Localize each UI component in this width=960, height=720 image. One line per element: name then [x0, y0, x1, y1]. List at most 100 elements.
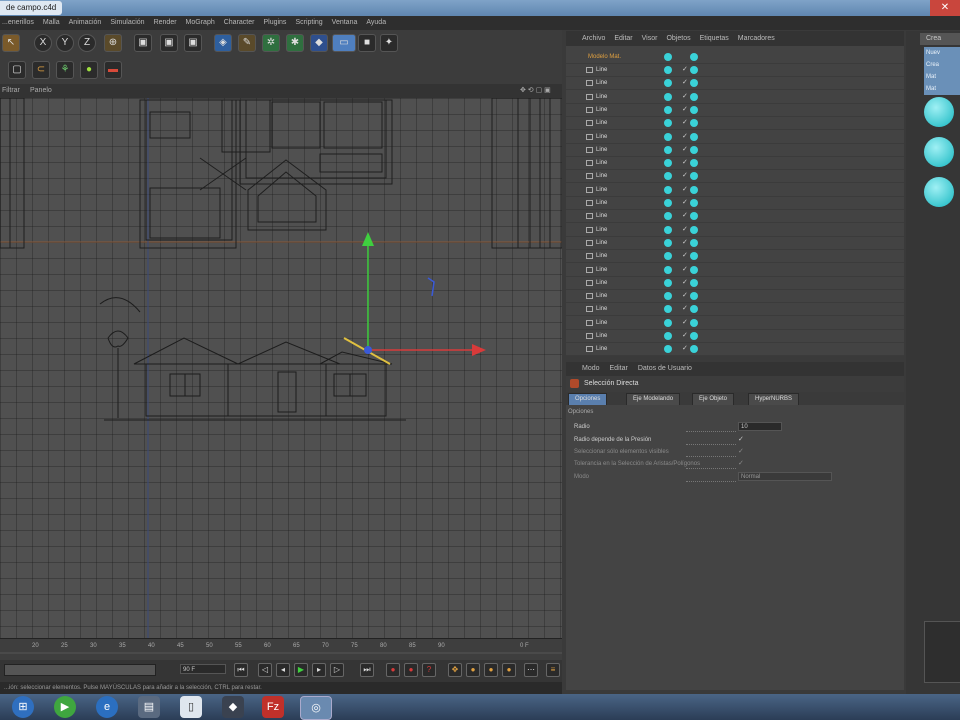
y-axis-lock-button[interactable]: Y: [56, 34, 74, 52]
om-menu-item[interactable]: Editar: [614, 31, 632, 46]
menu-item[interactable]: MoGraph: [186, 16, 215, 30]
3d-viewport[interactable]: [0, 98, 562, 638]
param-key-icon[interactable]: ●: [502, 663, 516, 677]
array-icon[interactable]: ✱: [286, 34, 304, 52]
material-menu-create[interactable]: Crea: [920, 33, 960, 45]
enabled-check-icon[interactable]: ✓: [682, 290, 688, 302]
pressure-checkbox[interactable]: ✓: [738, 435, 744, 445]
material-swatch[interactable]: [924, 97, 954, 127]
next-key-icon[interactable]: ▷: [330, 663, 344, 677]
list-item[interactable]: Line ✓: [566, 64, 904, 77]
visibility-dot-icon[interactable]: [664, 199, 672, 207]
autokey-icon[interactable]: ●: [404, 663, 418, 677]
end-frame-field[interactable]: 90 F: [180, 664, 226, 674]
prev-key-icon[interactable]: ◁: [258, 663, 272, 677]
prev-frame-icon[interactable]: ◂: [276, 663, 290, 677]
menu-item[interactable]: ...enerillos: [2, 16, 34, 30]
timeline-menu-icon[interactable]: ≡: [546, 663, 560, 677]
floor-icon[interactable]: ▭: [332, 34, 356, 52]
list-item[interactable]: Line ✓: [566, 277, 904, 290]
go-to-start-icon[interactable]: ⏮: [234, 663, 248, 677]
enabled-check-icon[interactable]: ✓: [682, 117, 688, 129]
menu-item[interactable]: Render: [154, 16, 177, 30]
timeline-scrubber[interactable]: [4, 664, 156, 676]
list-item[interactable]: Line ✓: [566, 250, 904, 264]
folder-icon[interactable]: ▤: [138, 696, 160, 718]
x-axis-lock-button[interactable]: X: [34, 34, 52, 52]
point-level-icon[interactable]: ⋯: [524, 663, 538, 677]
go-to-end-icon[interactable]: ⏭: [360, 663, 374, 677]
media-player-icon[interactable]: ▶: [54, 696, 76, 718]
list-item[interactable]: Line ✓: [566, 197, 904, 210]
list-item[interactable]: Line ✓: [566, 157, 904, 171]
list-item[interactable]: Line ✓: [566, 343, 904, 356]
list-item[interactable]: Line ✓: [566, 330, 904, 343]
enabled-check-icon[interactable]: ✓: [682, 264, 688, 276]
material-swatch[interactable]: [924, 137, 954, 167]
start-orb-icon[interactable]: ⊞: [12, 696, 34, 718]
om-menu-item[interactable]: Visor: [642, 31, 658, 46]
keyframe-selection-icon[interactable]: ?: [422, 663, 436, 677]
om-menu-item[interactable]: Marcadores: [738, 31, 775, 46]
visibility-dot-icon[interactable]: [664, 119, 672, 128]
visibility-dot-icon[interactable]: [664, 159, 672, 168]
brush-icon[interactable]: ⚘: [56, 61, 74, 79]
visibility-dot-icon[interactable]: [664, 225, 672, 234]
visibility-dot-icon[interactable]: [664, 212, 672, 221]
z-axis-lock-button[interactable]: Z: [78, 34, 96, 52]
points-mode-icon[interactable]: ●: [80, 61, 98, 79]
visibility-dot-icon[interactable]: [664, 252, 672, 261]
am-menu-item[interactable]: Modo: [582, 362, 600, 376]
close-window-button[interactable]: ✕: [930, 0, 960, 16]
menu-item[interactable]: Animación: [69, 16, 102, 30]
enabled-check-icon[interactable]: ✓: [682, 64, 688, 76]
enabled-check-icon[interactable]: ✓: [682, 184, 688, 196]
plugin-icon[interactable]: ◆: [222, 696, 244, 718]
chrome-icon[interactable]: ◎: [300, 696, 332, 720]
record-icon[interactable]: ●: [386, 663, 400, 677]
visibility-dot-icon[interactable]: [664, 238, 672, 247]
coordinates-panel[interactable]: [924, 621, 960, 683]
enabled-check-icon[interactable]: ✓: [682, 170, 688, 182]
menu-item[interactable]: Ayuda: [366, 16, 386, 30]
file-icon[interactable]: ▯: [180, 696, 202, 718]
list-item[interactable]: Line ✓: [566, 264, 904, 277]
list-item[interactable]: Line ✓: [566, 210, 904, 224]
visibility-dot-icon[interactable]: [664, 292, 672, 301]
light-icon[interactable]: ✦: [380, 34, 398, 52]
visibility-dot-icon[interactable]: [664, 332, 672, 340]
deformer-icon[interactable]: ◆: [310, 34, 328, 52]
visibility-dot-icon[interactable]: [664, 145, 672, 154]
list-item[interactable]: Line ✓: [566, 77, 904, 91]
visible-only-checkbox[interactable]: ✓: [738, 447, 744, 457]
enabled-check-icon[interactable]: ✓: [682, 330, 688, 342]
list-item[interactable]: Line ✓: [566, 170, 904, 184]
mode-dropdown[interactable]: Normal: [738, 472, 832, 481]
render-picture-viewer-icon[interactable]: ▣: [160, 34, 178, 52]
menu-item[interactable]: Mat: [926, 83, 960, 95]
list-item[interactable]: Line ✓: [566, 237, 904, 250]
material-swatch[interactable]: [924, 177, 954, 207]
rotation-key-icon[interactable]: ●: [484, 663, 498, 677]
visibility-dot-icon[interactable]: [664, 105, 672, 114]
object-manager-list[interactable]: Modelo Mat. Line ✓ Line ✓ Line ✓ Line ✓ Line ✓ Lin…: [566, 46, 904, 356]
list-item[interactable]: Line ✓: [566, 144, 904, 157]
next-frame-icon[interactable]: ▸: [312, 663, 326, 677]
am-menu-item[interactable]: Editar: [610, 362, 628, 376]
list-item[interactable]: Line ✓: [566, 131, 904, 144]
list-item[interactable]: Line ✓: [566, 290, 904, 304]
enabled-check-icon[interactable]: ✓: [682, 77, 688, 89]
list-item[interactable]: Line ✓: [566, 317, 904, 330]
list-item[interactable]: Line ✓: [566, 303, 904, 317]
visibility-dot-icon[interactable]: [664, 278, 672, 287]
play-icon[interactable]: ▶: [294, 663, 308, 677]
magnet-icon[interactable]: ⊂: [32, 61, 50, 79]
menu-item[interactable]: Scripting: [295, 16, 322, 30]
nurbs-icon[interactable]: ✲: [262, 34, 280, 52]
position-key-icon[interactable]: ✥: [448, 663, 462, 677]
cube-primitive-icon[interactable]: ◈: [214, 34, 232, 52]
menu-item[interactable]: Mat: [926, 71, 960, 83]
visibility-dot-icon[interactable]: [664, 305, 672, 314]
selection-tool-icon[interactable]: ↖: [2, 34, 20, 52]
list-item[interactable]: Line ✓: [566, 104, 904, 117]
